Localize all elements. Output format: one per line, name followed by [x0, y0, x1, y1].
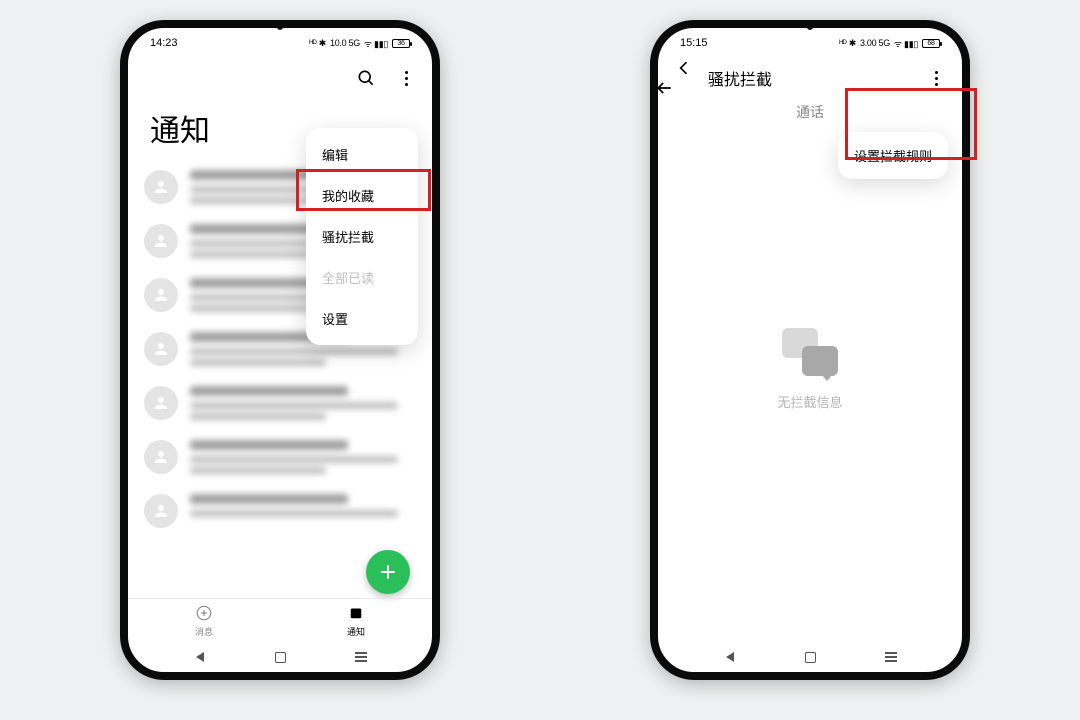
- system-nav: [128, 642, 432, 672]
- menu-item-edit[interactable]: 编辑: [306, 134, 418, 175]
- phone-right: 15:15 ᴴᴰ ✱ 3.00 5G ᯤ ▮▮▯ 68 骚扰拦截 通话 设置拦截…: [650, 20, 970, 680]
- avatar-icon: [144, 440, 178, 474]
- rules-popup[interactable]: 设置拦截规则: [838, 132, 948, 179]
- header-title: 骚扰拦截: [708, 66, 772, 90]
- top-bar: [128, 58, 432, 98]
- phone-left: 14:23 ᴴᴰ ✱ 10.0 5G ᯤ ▮▮▯ 36 通知 编辑 我的收藏 骚…: [120, 20, 440, 680]
- status-time: 15:15: [680, 37, 708, 49]
- system-nav: [658, 642, 962, 672]
- top-bar: 骚扰拦截: [658, 58, 962, 98]
- avatar-icon: [144, 386, 178, 420]
- filter-tabs: 通话: [658, 98, 962, 122]
- battery-icon: 68: [922, 39, 940, 48]
- nav-back-icon[interactable]: [191, 648, 209, 666]
- status-indicators: ᴴᴰ ✱ 3.00 5G ᯤ ▮▮▯ 68: [839, 37, 940, 50]
- status-indicators: ᴴᴰ ✱ 10.0 5G ᯤ ▮▮▯ 36: [309, 37, 410, 50]
- nav-home-icon[interactable]: [801, 648, 819, 666]
- tab-calls[interactable]: 通话: [796, 102, 824, 122]
- compose-fab[interactable]: [366, 550, 410, 594]
- menu-item-favorites[interactable]: 我的收藏: [306, 175, 418, 216]
- nav-home-icon[interactable]: [271, 648, 289, 666]
- menu-item-settings[interactable]: 设置: [306, 298, 418, 339]
- overflow-menu: 编辑 我的收藏 骚扰拦截 全部已读 设置: [306, 128, 418, 345]
- status-time: 14:23: [150, 37, 178, 49]
- more-icon[interactable]: [396, 71, 416, 86]
- menu-item-mark-read: 全部已读: [306, 257, 418, 298]
- bottom-nav: 消息 通知: [128, 598, 432, 642]
- status-bar: 14:23 ᴴᴰ ✱ 10.0 5G ᯤ ▮▮▯ 36: [128, 28, 432, 58]
- empty-state: 无拦截信息: [658, 328, 962, 411]
- battery-icon: 36: [392, 39, 410, 48]
- status-bar: 15:15 ᴴᴰ ✱ 3.00 5G ᯤ ▮▮▯ 68: [658, 28, 962, 58]
- more-icon[interactable]: [926, 71, 946, 86]
- nav-back-icon[interactable]: [721, 648, 739, 666]
- tab-notifications[interactable]: 通知: [280, 599, 432, 642]
- search-icon[interactable]: [356, 68, 376, 88]
- list-item[interactable]: [144, 430, 416, 484]
- nav-recent-icon[interactable]: [882, 648, 900, 666]
- tab-label: 消息: [195, 625, 213, 638]
- avatar-icon: [144, 224, 178, 258]
- empty-text: 无拦截信息: [777, 392, 842, 411]
- avatar-icon: [144, 170, 178, 204]
- empty-icon: [782, 328, 838, 376]
- back-icon[interactable]: [674, 58, 694, 98]
- list-item[interactable]: [144, 484, 416, 538]
- avatar-icon: [144, 278, 178, 312]
- popup-label: 设置拦截规则: [854, 149, 932, 164]
- avatar-icon: [144, 332, 178, 366]
- list-item[interactable]: [144, 376, 416, 430]
- tab-messages[interactable]: 消息: [128, 599, 280, 642]
- avatar-icon: [144, 494, 178, 528]
- nav-recent-icon[interactable]: [352, 648, 370, 666]
- menu-item-block[interactable]: 骚扰拦截: [306, 216, 418, 257]
- tab-label: 通知: [347, 625, 365, 638]
